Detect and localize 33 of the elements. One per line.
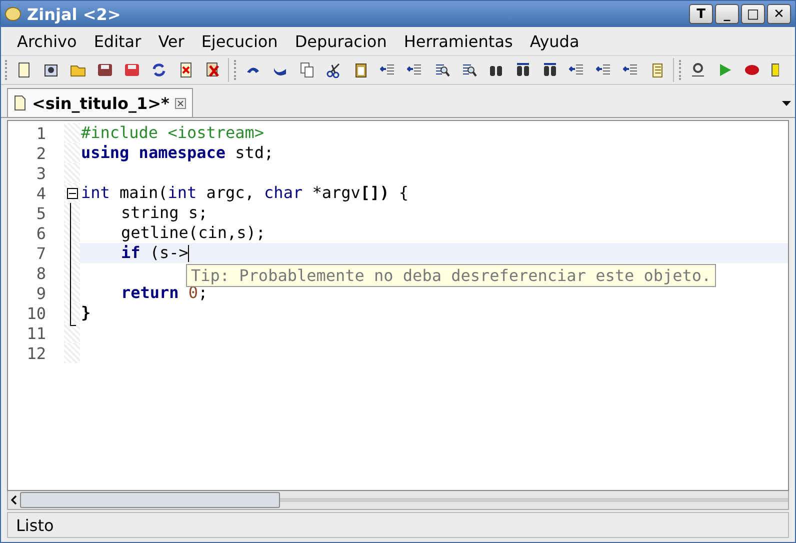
code-line: #include <iostream> (80, 123, 266, 143)
menu-item[interactable]: Depuracion (294, 32, 387, 51)
code-line: } (80, 303, 92, 323)
line-number: 9 (35, 284, 47, 302)
line-number: 4 (35, 184, 47, 202)
line-number: 3 (35, 164, 47, 182)
line-number: 2 (35, 144, 47, 162)
line-number: 12 (26, 344, 47, 362)
code-line: using namespace std; (80, 143, 275, 163)
window-title: Zinjal <2> (27, 4, 122, 24)
line-number: 10 (26, 304, 47, 322)
window-control-button[interactable]: □ (741, 4, 765, 24)
menu-item[interactable]: Archivo (17, 32, 77, 51)
file-tab[interactable]: <sin_titulo_1>* (7, 88, 194, 117)
status-text: Listo (16, 516, 54, 534)
code-line: getline(cin,s); (120, 223, 266, 243)
menu-item[interactable]: Ayuda (530, 32, 580, 51)
menu-item[interactable]: Ejecucion (201, 32, 278, 51)
window-control-button[interactable]: _ (715, 4, 739, 24)
menu-item[interactable]: Ver (158, 32, 184, 51)
code-line: string s; (120, 203, 209, 223)
code-line: int main(int argc, char *argv[]) { (80, 183, 410, 203)
menu-item[interactable]: Editar (94, 32, 142, 51)
line-number: 1 (35, 124, 47, 142)
window-control-button[interactable]: ✕ (767, 4, 791, 24)
line-number: 6 (35, 224, 47, 242)
line-number: 11 (26, 324, 47, 342)
line-number: 7 (35, 244, 47, 262)
line-number: 5 (35, 204, 47, 222)
tooltip: Tip: Probablemente no deba desreferenciar este objeto. (186, 264, 716, 287)
line-number: 8 (35, 264, 47, 282)
menu-item[interactable]: Herramientas (404, 32, 513, 51)
window-control-button[interactable]: T (689, 4, 713, 24)
